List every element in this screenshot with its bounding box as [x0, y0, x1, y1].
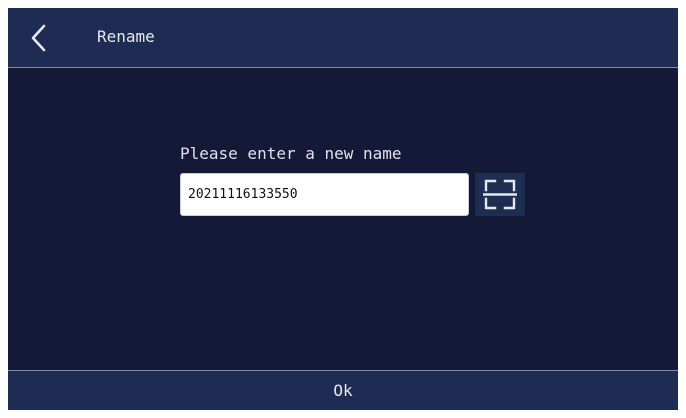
scan-button[interactable]: [475, 173, 525, 216]
ok-button-label: Ok: [333, 381, 353, 400]
page-title: Rename: [97, 27, 155, 46]
rename-prompt: Please enter a new name: [180, 144, 402, 163]
chevron-left-icon: [22, 20, 58, 56]
rename-screen: Rename Please enter a new name Ok: [8, 8, 678, 410]
header-bar: Rename: [8, 8, 678, 68]
name-input[interactable]: [180, 173, 469, 216]
back-button[interactable]: [22, 20, 58, 56]
ok-button[interactable]: Ok: [8, 370, 678, 410]
